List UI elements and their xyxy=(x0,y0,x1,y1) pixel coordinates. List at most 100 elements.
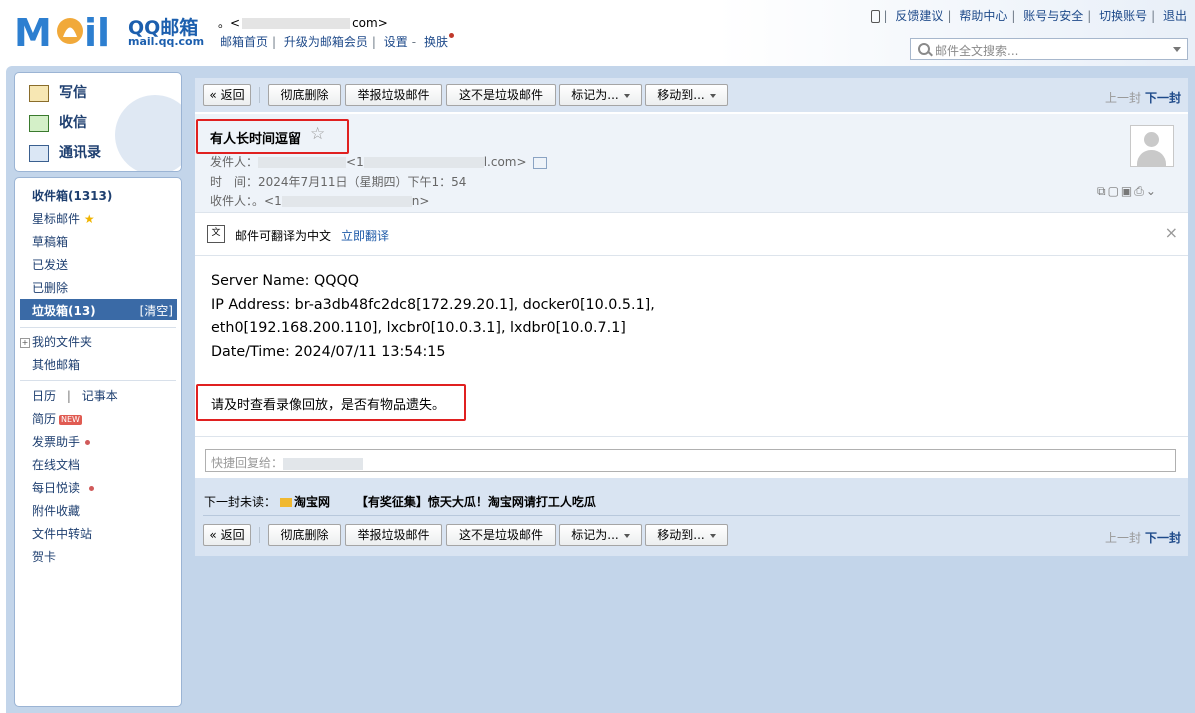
link-daily-read[interactable]: 每日悦读 xyxy=(32,479,95,496)
pencil-icon xyxy=(29,84,49,102)
top-links: 邮箱首页 | 升级为邮箱会员 | 设置 - 换肤 xyxy=(220,33,454,50)
contacts-icon xyxy=(29,144,49,162)
folder-list: 收件箱(1313) 星标邮件 ★ 草稿箱 已发送 已删除 垃圾箱(13) [清空… xyxy=(14,177,182,707)
translate-now-link[interactable]: 立即翻译 xyxy=(341,227,389,244)
prev-mail-link[interactable]: 上一封 xyxy=(1105,89,1141,106)
link-feedback[interactable]: 反馈建议 xyxy=(895,9,943,23)
mark-as-dropdown-bottom[interactable]: 标记为... xyxy=(559,524,642,546)
star-icon: ★ xyxy=(83,212,95,226)
not-spam-button-bottom[interactable]: 这不是垃圾邮件 xyxy=(446,524,556,546)
link-file-transfer[interactable]: 文件中转站 xyxy=(32,525,92,542)
link-help[interactable]: 帮助中心 xyxy=(959,9,1007,23)
qq-penguin-watermark xyxy=(115,95,181,171)
chevron-down-icon xyxy=(709,93,716,98)
print-icon[interactable]: ⎙ xyxy=(1134,184,1146,198)
link-upgrade-vip[interactable]: 升级为邮箱会员 xyxy=(284,35,368,49)
folder-inbox[interactable]: 收件箱(1313) xyxy=(32,187,112,204)
svg-text:il: il xyxy=(84,11,110,52)
link-account-security[interactable]: 账号与安全 xyxy=(1023,9,1083,23)
new-badge: NEW xyxy=(59,414,82,425)
folder-starred[interactable]: 星标邮件 ★ xyxy=(32,210,95,227)
note-icon[interactable]: ▢ xyxy=(1108,184,1121,198)
translate-icon: 文 xyxy=(207,225,225,243)
chevron-down-icon xyxy=(623,533,630,538)
link-attachments[interactable]: 附件收藏 xyxy=(32,502,80,519)
chevron-down-icon xyxy=(709,533,716,538)
search-placeholder: 邮件全文搜索... xyxy=(935,44,1019,58)
next-mail-link-bottom[interactable]: 下一封 xyxy=(1145,529,1181,546)
receive-button[interactable]: 收信 xyxy=(29,112,87,132)
link-logout[interactable]: 退出 xyxy=(1163,9,1187,23)
contacts-button[interactable]: 通讯录 xyxy=(29,142,101,162)
mail-time-row: 时 间：2024年7月11日（星期四）下午1：54 xyxy=(210,175,467,189)
move-to-dropdown[interactable]: 移动到... xyxy=(645,84,728,106)
folder-deleted[interactable]: 已删除 xyxy=(32,279,68,296)
notify-dot xyxy=(85,440,91,445)
folder-sent[interactable]: 已发送 xyxy=(32,256,68,273)
prev-mail-link-bottom[interactable]: 上一封 xyxy=(1105,529,1141,546)
inbox-download-icon xyxy=(29,114,49,132)
clear-spam-link[interactable]: [清空] xyxy=(140,302,173,319)
account-address: 。< com> xyxy=(218,16,388,30)
quick-reply-input[interactable]: 快捷回复给： xyxy=(205,449,1176,472)
report-spam-button-bottom[interactable]: 举报垃圾邮件 xyxy=(345,524,442,546)
redacted-block xyxy=(258,157,347,168)
body-line: Date/Time: 2024/07/11 13:54:15 xyxy=(211,343,446,360)
link-notepad[interactable]: 记事本 xyxy=(82,389,118,403)
export-icon[interactable]: ▣ xyxy=(1121,184,1134,198)
translate-bar: 文 邮件可翻译为中文 立即翻译 × xyxy=(195,212,1188,256)
body-line: eth0[192.168.200.110], lxcbr0[10.0.3.1],… xyxy=(211,320,626,336)
phone-icon[interactable] xyxy=(870,10,880,23)
sender-avatar[interactable] xyxy=(1130,125,1174,167)
not-spam-button[interactable]: 这不是垃圾邮件 xyxy=(446,84,556,106)
mail-read-pane: « 返回 彻底删除 举报垃圾邮件 这不是垃圾邮件 标记为... 移动到... 上… xyxy=(195,78,1188,556)
link-invoice[interactable]: 发票助手 xyxy=(32,433,91,450)
logo-domain: mail.qq.com xyxy=(128,35,205,48)
next-unread-subject[interactable]: 【有奖征集】惊天大瓜！淘宝网请打工人吃瓜 xyxy=(356,495,596,509)
translate-text: 邮件可翻译为中文 xyxy=(235,229,332,243)
delete-forever-button-bottom[interactable]: 彻底删除 xyxy=(268,524,341,546)
folder-spam-label: 垃圾箱(13) xyxy=(32,304,96,318)
mail-from-row: 发件人： <1 l.com> xyxy=(210,153,548,170)
add-contact-icon[interactable] xyxy=(533,156,548,169)
search-input[interactable]: 邮件全文搜索... xyxy=(910,38,1188,60)
delete-forever-button[interactable]: 彻底删除 xyxy=(268,84,341,106)
redacted-block xyxy=(283,457,364,470)
chevron-down-icon[interactable]: ⌄ xyxy=(1146,184,1158,198)
back-button[interactable]: « 返回 xyxy=(203,84,251,106)
folder-spam[interactable]: 垃圾箱(13) [清空] xyxy=(20,299,177,320)
link-settings[interactable]: 设置 xyxy=(384,35,408,49)
expand-plus-icon[interactable]: + xyxy=(20,337,30,348)
body-line: IP Address: br-a3db48fc2dc8[172.29.20.1]… xyxy=(211,296,655,313)
mail-toolbar-top: « 返回 彻底删除 举报垃圾邮件 这不是垃圾邮件 标记为... 移动到... 上… xyxy=(195,78,1188,112)
mail-body: Server Name: QQQQ IP Address: br-a3db48f… xyxy=(211,270,655,364)
report-spam-button[interactable]: 举报垃圾邮件 xyxy=(345,84,442,106)
quick-actions: 写信 收信 通讯录 xyxy=(14,72,182,172)
link-switch-account[interactable]: 切换账号 xyxy=(1099,9,1147,23)
chevron-down-icon[interactable] xyxy=(1173,47,1181,52)
close-icon[interactable]: × xyxy=(1165,223,1178,242)
qqmail-logo[interactable]: M il xyxy=(14,10,124,55)
link-docs[interactable]: 在线文档 xyxy=(32,456,80,473)
link-skin[interactable]: 换肤 xyxy=(424,35,448,49)
right-links: | 反馈建议 | 帮助中心 | 账号与安全 | 切换账号 | 退出 xyxy=(870,7,1187,24)
mark-as-dropdown[interactable]: 标记为... xyxy=(559,84,642,106)
link-cards[interactable]: 贺卡 xyxy=(32,548,56,565)
highlight-box xyxy=(196,119,349,154)
tools-calendar-notepad: 日历 | 记事本 xyxy=(32,389,118,403)
link-calendar[interactable]: 日历 xyxy=(32,389,56,403)
new-window-icon[interactable]: ⧉ xyxy=(1097,184,1108,198)
folder-my-folders[interactable]: + 我的文件夹 xyxy=(20,333,92,350)
back-button-bottom[interactable]: « 返回 xyxy=(203,524,251,546)
link-mail-home[interactable]: 邮箱首页 xyxy=(220,35,268,49)
mail-to-row: 收件人：。<1 n> xyxy=(210,194,430,208)
link-resume[interactable]: 简历 NEW xyxy=(32,410,82,427)
compose-button[interactable]: 写信 xyxy=(29,82,87,102)
next-unread-sender[interactable]: 淘宝网 xyxy=(294,495,330,509)
folder-other-mailboxes[interactable]: 其他邮箱 xyxy=(32,356,80,373)
next-mail-link[interactable]: 下一封 xyxy=(1145,89,1181,106)
folder-drafts[interactable]: 草稿箱 xyxy=(32,233,68,250)
envelope-icon xyxy=(280,498,293,507)
move-to-dropdown-bottom[interactable]: 移动到... xyxy=(645,524,728,546)
quick-reply: 快捷回复给： xyxy=(195,436,1188,479)
